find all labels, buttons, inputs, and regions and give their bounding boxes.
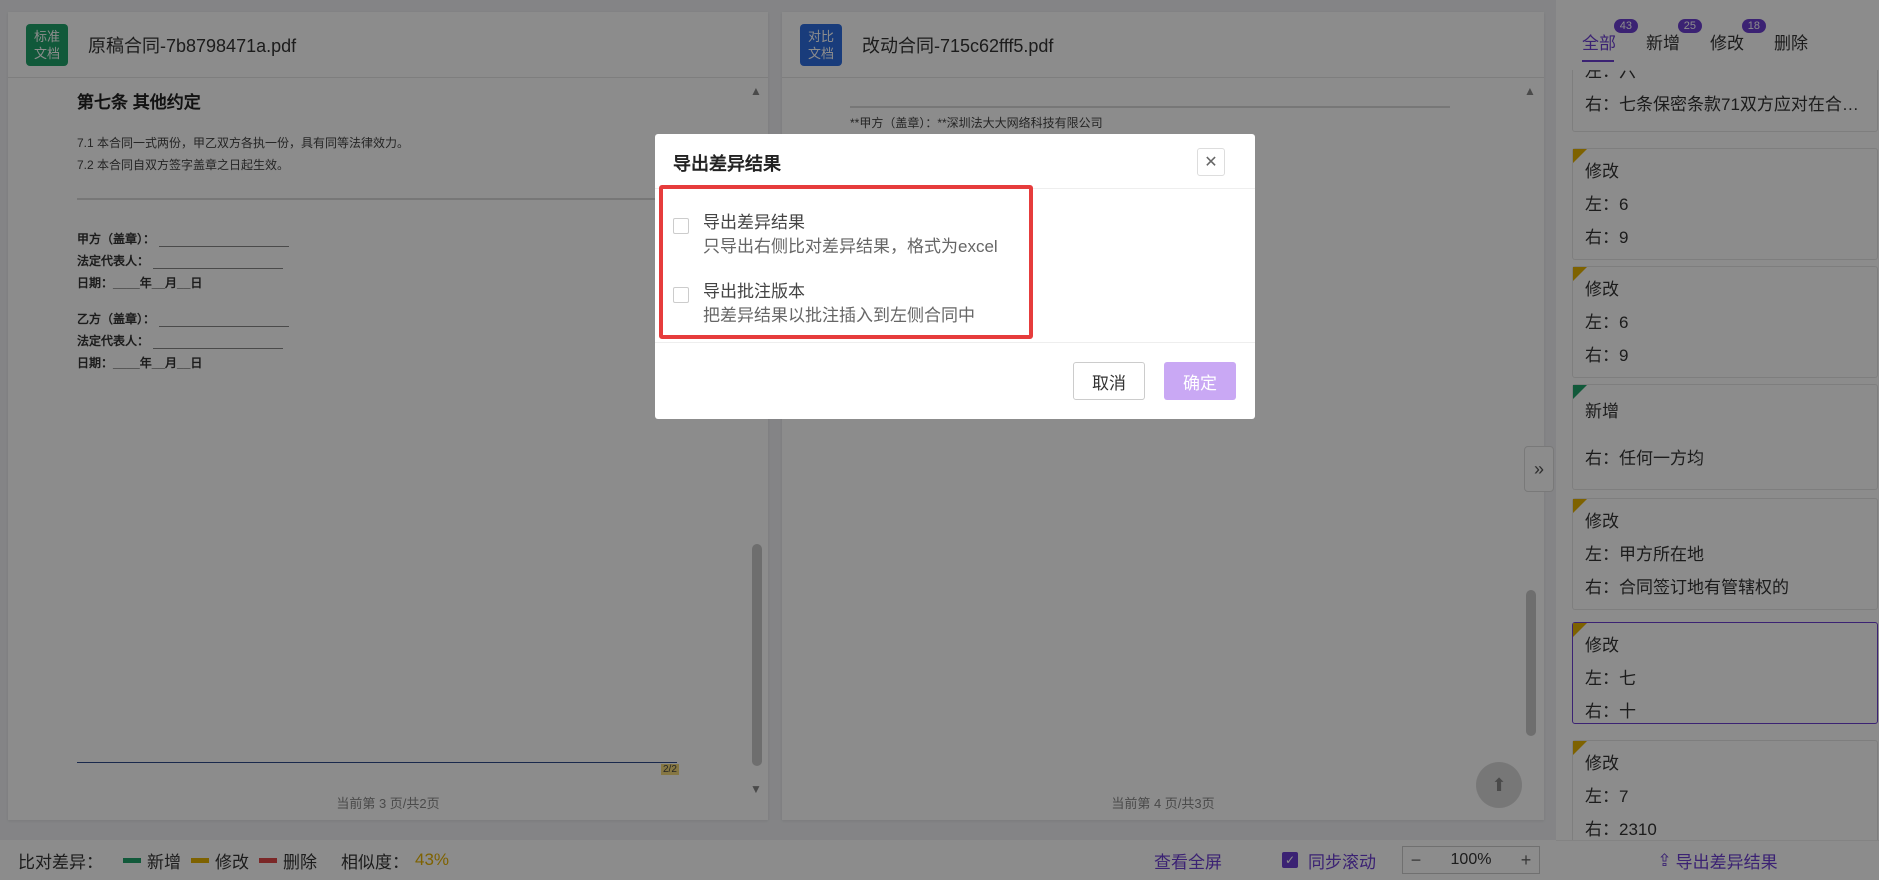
modal-overlay[interactable] [0, 0, 1879, 880]
dialog-footer-divider [655, 342, 1255, 343]
export-dialog: 导出差异结果 ✕ 导出差异结果 只导出右侧比对差异结果，格式为excel 导出批… [655, 134, 1255, 419]
option-export-diff-desc: 只导出右侧比对差异结果，格式为excel [703, 237, 998, 256]
close-icon[interactable]: ✕ [1197, 148, 1225, 176]
dialog-title: 导出差异结果 [673, 154, 781, 174]
export-diff-checkbox[interactable] [673, 218, 689, 234]
cancel-button[interactable]: 取消 [1073, 362, 1145, 400]
option-export-annotated-desc: 把差异结果以批注插入到左侧合同中 [703, 306, 975, 325]
export-annotated-checkbox[interactable] [673, 287, 689, 303]
option-export-diff-label: 导出差异结果 [703, 213, 805, 232]
confirm-button[interactable]: 确定 [1164, 362, 1236, 400]
option-export-annotated-label: 导出批注版本 [703, 282, 805, 301]
